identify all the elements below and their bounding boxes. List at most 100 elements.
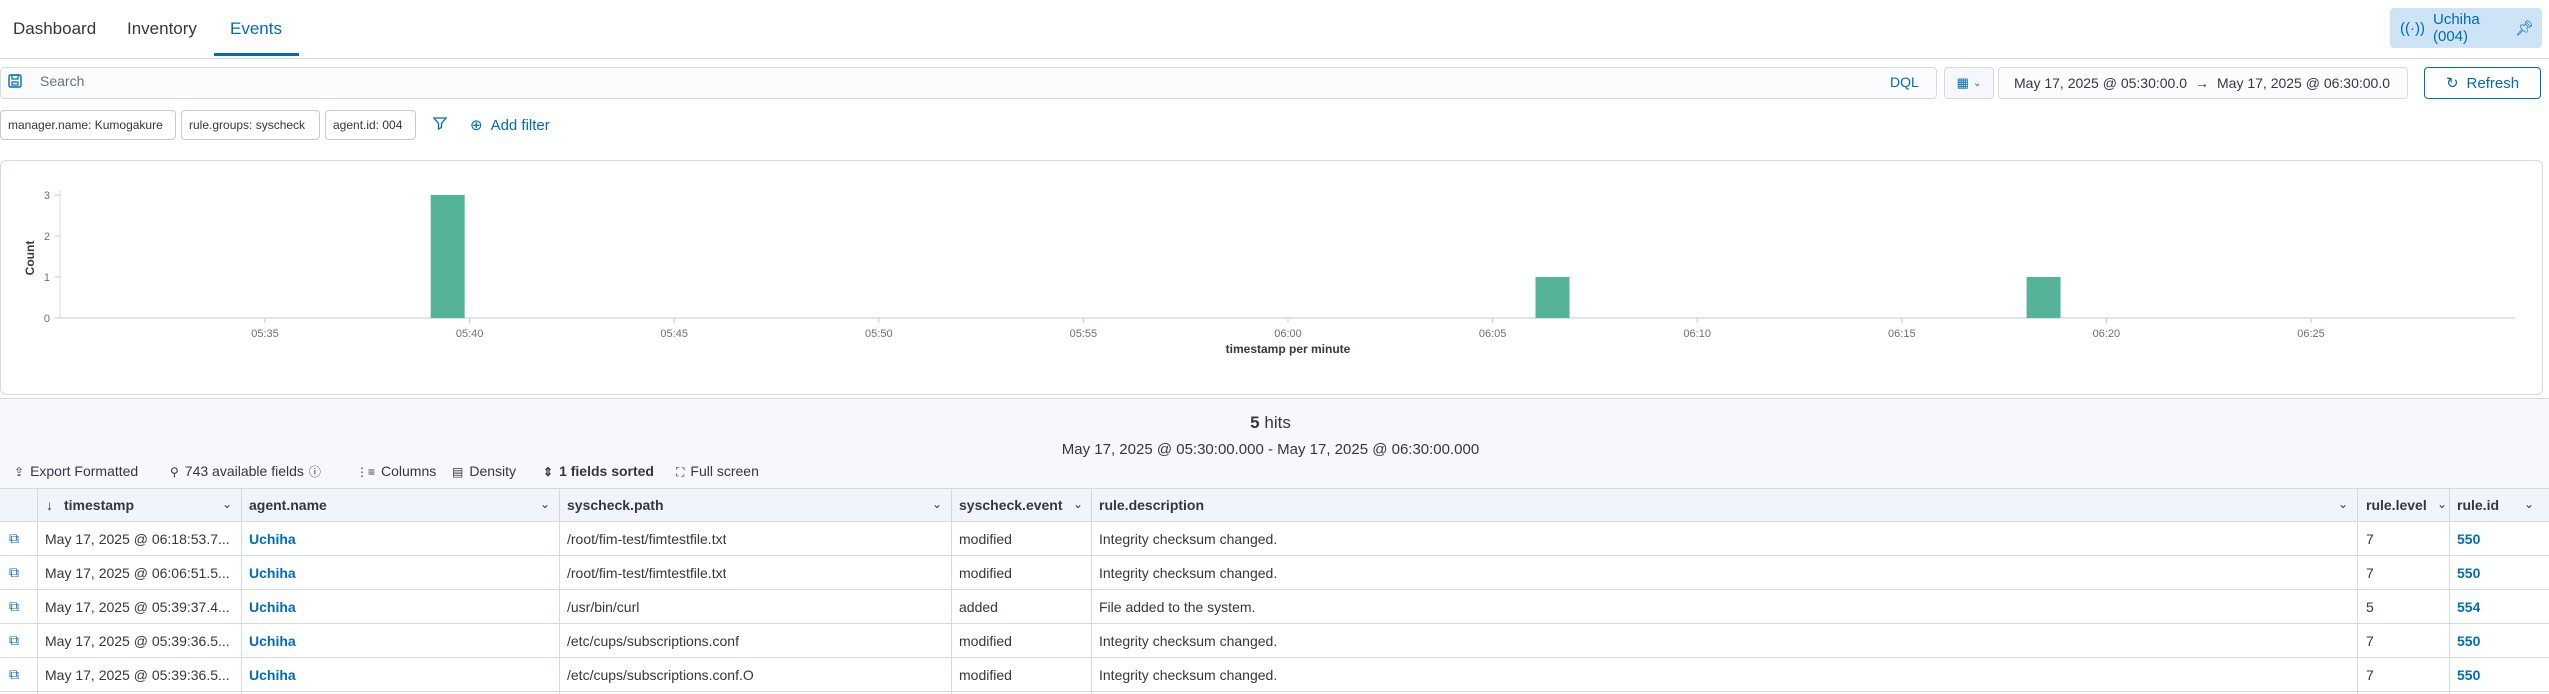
x-tick-label: 05:50 [865, 328, 893, 340]
cell-rule-level: 7 [2366, 565, 2374, 581]
inspect-document-icon[interactable]: ⧉ [9, 530, 19, 547]
sorted-label: 1 fields sorted [559, 463, 654, 479]
inspect-document-icon[interactable]: ⧉ [9, 632, 19, 649]
chevron-down-icon[interactable]: ⌄ [222, 497, 232, 511]
filter-icon[interactable] [432, 115, 448, 136]
columns-button[interactable]: ⋮≡ Columns [356, 463, 436, 479]
refresh-label: Refresh [2466, 74, 2520, 92]
cell-agent-name[interactable]: Uchiha [249, 599, 296, 615]
cell-syscheck-path: /etc/cups/subscriptions.conf [567, 633, 739, 649]
cell-agent-name[interactable]: Uchiha [249, 565, 296, 581]
chevron-down-icon[interactable]: ⌄ [932, 497, 942, 511]
events-histogram: 0 1 2 3 05:35 05:40 05:45 05:50 05:55 06:00 06:05 0… [23, 190, 2515, 356]
chevron-down-icon[interactable]: ⌄ [2338, 497, 2348, 511]
columns-label: Columns [381, 463, 437, 479]
chevron-down-icon[interactable]: ⌄ [1073, 497, 1083, 511]
refresh-icon: ↻ [2445, 75, 2459, 92]
chevron-down-icon[interactable]: ⌄ [540, 497, 550, 511]
dql-toggle-button[interactable]: DQL [1890, 74, 1919, 90]
date-quick-select-button[interactable]: ▦ ⌄ [1944, 67, 1994, 99]
x-axis-title: timestamp per minute [1226, 342, 1351, 356]
col-agent-name[interactable]: agent.name [249, 497, 327, 513]
arrow-right-icon: → [2195, 75, 2209, 91]
cell-rule-id[interactable]: 550 [2457, 667, 2480, 683]
agent-selector-button[interactable]: ((·)) Uchiha (004) 📌︎ [2390, 8, 2542, 48]
x-tick-label: 06:25 [2297, 328, 2325, 340]
inspect-document-icon[interactable]: ⧉ [9, 564, 19, 581]
x-tick-label: 06:00 [1274, 328, 1302, 340]
chevron-down-icon[interactable]: ⌄ [2437, 497, 2447, 511]
available-fields-button[interactable]: ⚲ 743 available fields ⓘ [170, 463, 321, 480]
sort-fields-button[interactable]: ⇕ 1 fields sorted [543, 463, 654, 479]
histogram-bar [2026, 277, 2061, 318]
search-placeholder: Search [40, 73, 85, 89]
add-filter-label: Add filter [490, 117, 550, 134]
filter-pill-rule-groups[interactable]: rule.groups: syscheck [181, 110, 320, 140]
inspect-document-icon[interactable]: ⧉ [9, 598, 19, 615]
date-end[interactable]: May 17, 2025 @ 06:30:00.0 [2217, 75, 2390, 91]
col-rule-description[interactable]: rule.description [1099, 497, 1204, 513]
date-range-picker[interactable]: May 17, 2025 @ 05:30:00.0 → May 17, 2025… [1998, 67, 2408, 99]
cell-rule-id[interactable]: 550 [2457, 565, 2480, 581]
cell-rule-id[interactable]: 550 [2457, 531, 2480, 547]
y-tick-label: 3 [44, 190, 50, 202]
col-syscheck-path[interactable]: syscheck.path [567, 497, 664, 513]
cell-rule-description: Integrity checksum changed. [1099, 565, 1278, 581]
export-formatted-button[interactable]: ⇪ Export Formatted [14, 463, 138, 479]
cell-rule-id[interactable]: 550 [2457, 633, 2480, 649]
cell-timestamp: May 17, 2025 @ 05:39:36.5... [45, 633, 230, 649]
density-icon: ▤ [452, 465, 464, 479]
x-tick-label: 06:05 [1479, 328, 1507, 340]
date-start[interactable]: May 17, 2025 @ 05:30:00.0 [2014, 75, 2187, 91]
density-button[interactable]: ▤ Density [452, 463, 516, 479]
tab-inventory[interactable]: Inventory [127, 19, 197, 39]
tab-dashboard[interactable]: Dashboard [13, 19, 96, 39]
hits-number: 5 [1250, 413, 1260, 432]
cell-timestamp: May 17, 2025 @ 06:18:53.7... [45, 531, 230, 547]
col-rule-level[interactable]: rule.level [2366, 497, 2427, 513]
x-tick-label: 05:45 [660, 328, 688, 340]
cell-syscheck-event: added [959, 599, 998, 615]
cell-syscheck-event: modified [959, 667, 1012, 683]
hits-suffix: hits [1259, 413, 1291, 432]
histogram-bar [430, 195, 465, 318]
cell-rule-id[interactable]: 554 [2457, 599, 2480, 615]
y-tick-label: 2 [44, 231, 50, 243]
agent-selector-label: Uchiha (004) [2432, 11, 2480, 45]
calendar-icon: ▦ [1956, 75, 1969, 90]
add-filter-button[interactable]: ⊕ Add filter [470, 116, 550, 134]
broadcast-icon: ((·)) [2400, 19, 2425, 37]
y-tick-label: 0 [44, 313, 50, 325]
inspect-document-icon[interactable]: ⧉ [9, 666, 19, 683]
cell-timestamp: May 17, 2025 @ 06:06:51.5... [45, 565, 230, 581]
refresh-button[interactable]: ↻ Refresh [2424, 67, 2541, 99]
table-row[interactable] [0, 590, 2549, 624]
search-input[interactable] [0, 67, 1937, 99]
fullscreen-button[interactable]: ⛶ Full screen [676, 463, 759, 480]
col-rule-id[interactable]: rule.id [2457, 497, 2499, 513]
columns-icon: ⋮≡ [356, 465, 376, 479]
cell-syscheck-path: /root/fim-test/fimtestfile.txt [567, 565, 727, 581]
plus-circle-icon: ⊕ [470, 117, 483, 134]
x-tick-label: 06:20 [2093, 328, 2121, 340]
fullscreen-label: Full screen [690, 463, 759, 479]
cell-rule-description: Integrity checksum changed. [1099, 531, 1278, 547]
histogram-bar [1535, 277, 1570, 318]
tab-events[interactable]: Events [230, 19, 282, 39]
chevron-down-icon[interactable]: ⌄ [2524, 497, 2534, 511]
filter-label: rule.groups: syscheck [189, 118, 306, 132]
cell-agent-name[interactable]: Uchiha [249, 633, 296, 649]
cell-agent-name[interactable]: Uchiha [249, 531, 296, 547]
filter-pill-manager[interactable]: manager.name: Kumogakure [0, 110, 176, 140]
filter-pill-agent-id[interactable]: agent.id: 004 [325, 110, 416, 140]
hits-count: 5 hits [0, 413, 2541, 433]
col-timestamp[interactable]: timestamp [64, 497, 134, 513]
pin-icon[interactable]: 📌︎ [2515, 19, 2534, 37]
col-syscheck-event[interactable]: syscheck.event [959, 497, 1063, 513]
filter-label: agent.id: 004 [333, 118, 403, 132]
saved-query-icon[interactable] [7, 73, 23, 89]
cell-rule-description: Integrity checksum changed. [1099, 667, 1278, 683]
cell-rule-description: File added to the system. [1099, 599, 1256, 615]
cell-agent-name[interactable]: Uchiha [249, 667, 296, 683]
active-tab-indicator [214, 53, 299, 56]
